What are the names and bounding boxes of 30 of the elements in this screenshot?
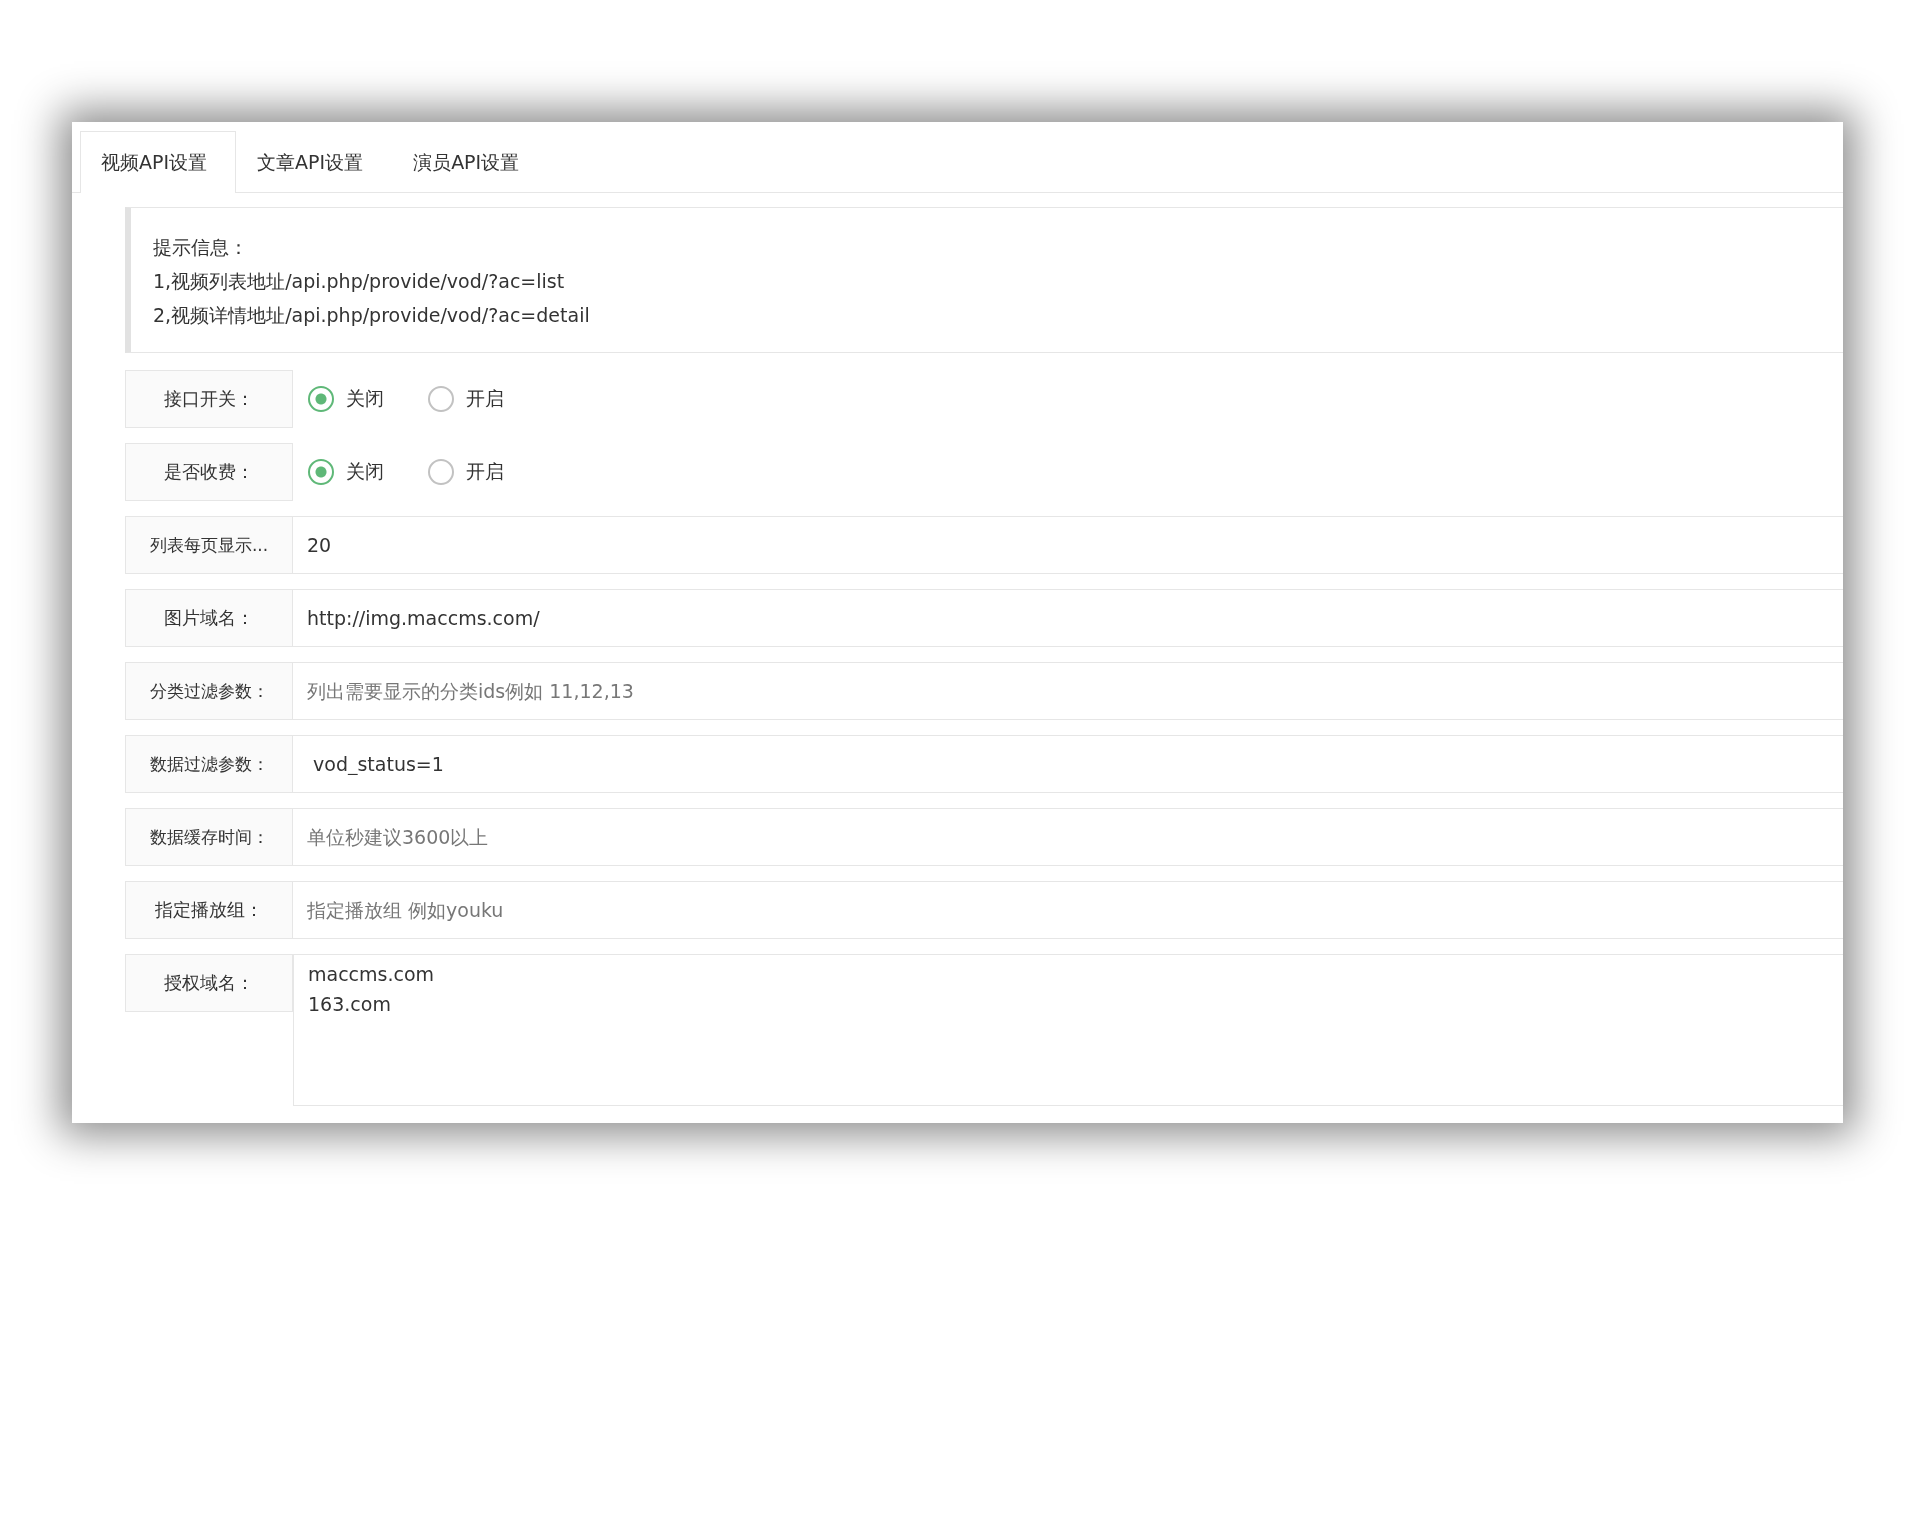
notice-title: 提示信息： [153,235,249,260]
radio-icon[interactable] [428,459,454,485]
input-field[interactable]: 指定播放组 例如youku [293,881,1843,939]
radio-option[interactable]: 开启 [428,459,504,485]
field-label: 列表每页显示... [125,516,293,574]
input-field[interactable]: 20 [293,516,1843,574]
field-label: 图片域名： [125,589,293,647]
notice-line: 2,视频详情地址/api.php/provide/vod/?ac=detail [153,303,591,328]
field-label: 授权域名： [125,954,293,1012]
radio-option[interactable]: 开启 [428,386,504,412]
tab[interactable]: 视频API设置 [80,131,237,193]
input-field[interactable]: http://img.maccms.com/ [293,589,1843,647]
radio-icon[interactable] [308,459,334,485]
field-label: 是否收费： [125,443,293,501]
field-label: 接口开关： [125,370,293,428]
radio-icon[interactable] [308,386,334,412]
field-label: 数据过滤参数： [125,735,293,793]
field-label: 指定播放组： [125,881,293,939]
radio-option[interactable]: 关闭 [308,386,384,412]
radio-icon[interactable] [428,386,454,412]
input-field[interactable]: 单位秒建议3600以上 [293,808,1843,866]
input-field[interactable]: 列出需要显示的分类ids例如 11,12,13 [293,662,1843,720]
radio-option[interactable]: 关闭 [308,459,384,485]
text-area[interactable]: maccms.com 163.com [293,954,1843,1106]
notice-line: 1,视频列表地址/api.php/provide/vod/?ac=list [153,269,566,294]
field-label: 数据缓存时间： [125,808,293,866]
input-field[interactable]: vod_status=1 [293,735,1843,793]
tab[interactable]: 文章API设置 [236,131,393,193]
field-label: 分类过滤参数： [125,662,293,720]
tab[interactable]: 演员API设置 [392,131,549,193]
